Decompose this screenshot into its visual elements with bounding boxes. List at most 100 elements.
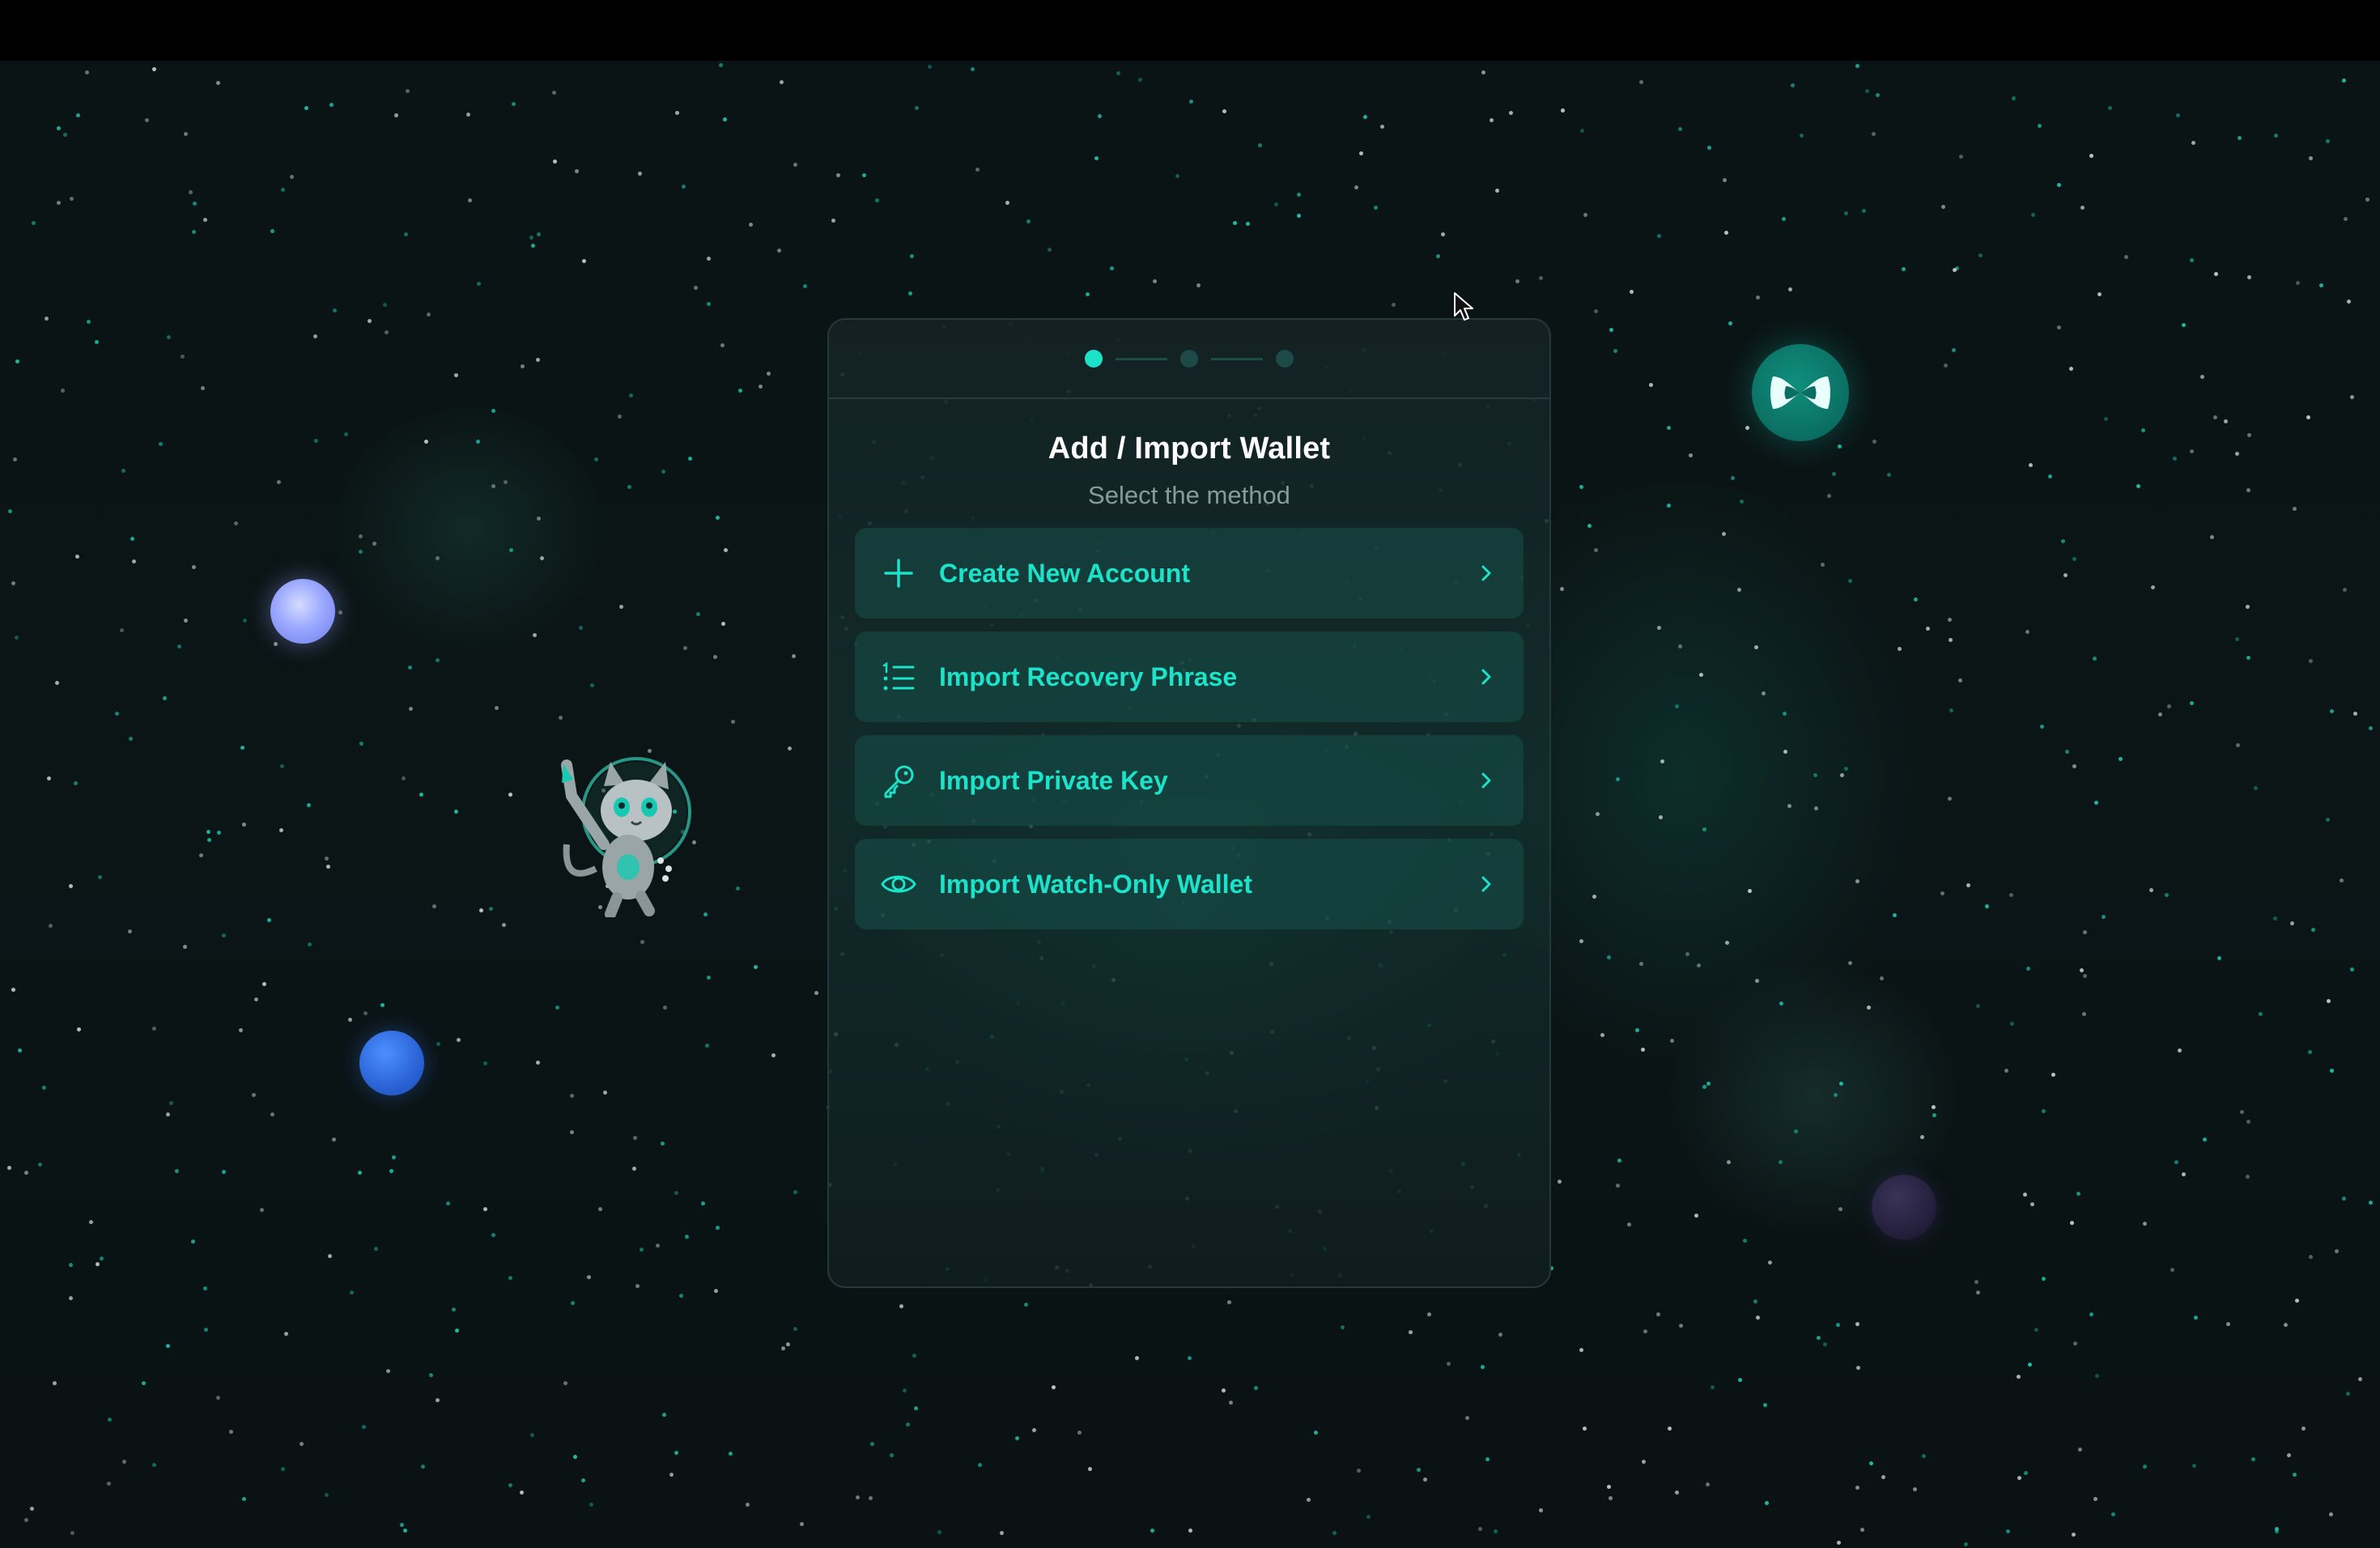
star [2274, 134, 2278, 138]
star [1953, 268, 1957, 272]
star [771, 1053, 776, 1057]
star [1914, 598, 1918, 602]
star [77, 1027, 81, 1031]
star [2217, 956, 2221, 960]
star [204, 1328, 208, 1332]
star [2026, 967, 2030, 971]
star [394, 113, 398, 117]
star [714, 1289, 718, 1293]
star [1838, 1207, 1842, 1211]
star [120, 628, 124, 632]
star [512, 102, 516, 106]
star [61, 389, 65, 393]
star [70, 1531, 74, 1535]
star [571, 1301, 575, 1305]
star [2165, 893, 2169, 897]
star [189, 190, 193, 194]
star [2089, 1312, 2093, 1316]
star [1254, 1386, 1258, 1390]
star [640, 1248, 644, 1252]
star [166, 1112, 170, 1116]
import-recovery-phrase-button[interactable]: Import Recovery Phrase [855, 632, 1524, 722]
star [2273, 916, 2277, 921]
star [1657, 234, 1661, 238]
star [2306, 415, 2310, 419]
star [2327, 999, 2331, 1003]
star [2069, 367, 2073, 371]
star [632, 1167, 636, 1171]
star [1150, 1529, 1154, 1533]
dark-purple-planet [1872, 1175, 1936, 1240]
star [1756, 296, 1760, 300]
star [629, 393, 633, 398]
star [454, 810, 458, 814]
star [63, 133, 67, 137]
star [780, 80, 784, 84]
star [674, 1451, 678, 1455]
star [2214, 272, 2218, 276]
star [1765, 1501, 1769, 1505]
star [2072, 557, 2076, 561]
star [344, 432, 348, 436]
star [2254, 786, 2258, 790]
star [1813, 773, 1817, 777]
star [175, 1169, 179, 1173]
star [1837, 1541, 1841, 1545]
import-private-key-button[interactable]: Import Private Key [855, 735, 1524, 826]
star [483, 1207, 487, 1211]
star [1579, 1348, 1583, 1352]
star [2238, 136, 2242, 140]
star [738, 389, 742, 393]
import-watch-only-wallet-button[interactable]: Import Watch-Only Wallet [855, 839, 1524, 929]
star [427, 313, 431, 317]
star [95, 340, 99, 344]
star [1862, 209, 1866, 213]
create-new-account-button[interactable]: Create New Account [855, 528, 1524, 619]
star [2350, 968, 2354, 972]
star [1840, 773, 1844, 777]
star [1855, 1486, 1859, 1490]
star [69, 1263, 73, 1267]
star [1153, 279, 1157, 283]
star [1948, 797, 1952, 801]
star [635, 1284, 640, 1288]
star [581, 1478, 585, 1482]
star [1723, 178, 1727, 182]
star [2006, 1529, 2010, 1533]
star [910, 254, 914, 258]
star [674, 1191, 678, 1195]
star [2078, 1448, 2082, 1452]
star [803, 284, 807, 288]
star [1032, 1428, 1036, 1432]
star [1409, 1330, 1413, 1334]
star [11, 988, 15, 992]
star [167, 335, 171, 339]
brand-logo-icon [1752, 344, 1849, 441]
star [2335, 1249, 2339, 1253]
star [563, 1381, 567, 1385]
dialog-title: Add / Import Wallet [1048, 432, 1331, 466]
star [661, 470, 665, 474]
star [793, 1190, 797, 1194]
star [1679, 1324, 1683, 1328]
star [633, 1136, 637, 1140]
star [1609, 328, 1613, 332]
star [424, 440, 428, 444]
star [2319, 283, 2323, 287]
star [1314, 1431, 1318, 1435]
star [1978, 253, 1983, 257]
star [1855, 879, 1859, 883]
star [45, 317, 49, 321]
star [234, 521, 238, 525]
star [903, 1389, 907, 1393]
star [181, 355, 185, 359]
option-label: Import Watch-Only Wallet [939, 869, 1252, 899]
star [270, 1112, 274, 1116]
star [1015, 1436, 1019, 1440]
star [2093, 1497, 2097, 1501]
star [1976, 1004, 1980, 1008]
star [1728, 321, 1732, 325]
star [2259, 1012, 2263, 1016]
star [274, 642, 278, 646]
star [300, 1442, 304, 1446]
